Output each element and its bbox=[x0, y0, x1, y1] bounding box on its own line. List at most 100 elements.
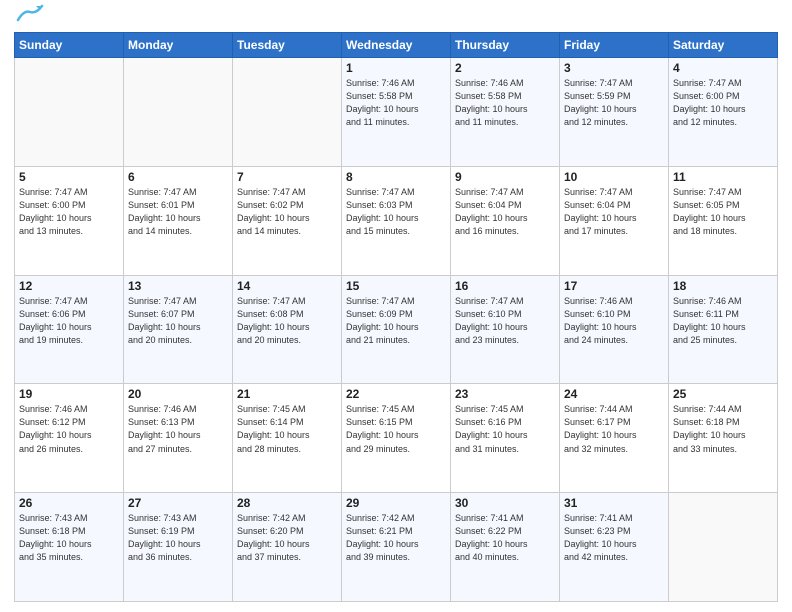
calendar-cell: 7Sunrise: 7:47 AM Sunset: 6:02 PM Daylig… bbox=[233, 166, 342, 275]
day-number: 15 bbox=[346, 279, 446, 293]
day-info: Sunrise: 7:47 AM Sunset: 6:05 PM Dayligh… bbox=[673, 186, 773, 238]
calendar-cell: 8 Sunrise: 7:47 AM Sunset: 6:03 PM Daylig… bbox=[342, 166, 451, 275]
col-header-sunday: Sunday bbox=[15, 33, 124, 58]
calendar-cell: 30Sunrise: 7:41 AM Sunset: 6:22 PM Dayli… bbox=[451, 493, 560, 602]
calendar-cell: 12Sunrise: 7:47 AM Sunset: 6:06 PM Dayli… bbox=[15, 275, 124, 384]
day-info: Sunrise: 7:41 AM Sunset: 6:22 PM Dayligh… bbox=[455, 512, 555, 564]
day-number: 1 bbox=[346, 61, 446, 75]
calendar-cell bbox=[124, 58, 233, 167]
calendar-cell: 27 Sunrise: 7:43 AM Sunset: 6:19 PM Dayli… bbox=[124, 493, 233, 602]
day-info: Sunrise: 7:41 AM Sunset: 6:23 PM Dayligh… bbox=[564, 512, 664, 564]
calendar-cell: 9 Sunrise: 7:47 AM Sunset: 6:04 PM Daylig… bbox=[451, 166, 560, 275]
day-number: 13 bbox=[128, 279, 228, 293]
day-info: Sunrise: 7:47 AM Sunset: 6:04 PM Dayligh… bbox=[455, 186, 555, 238]
col-header-monday: Monday bbox=[124, 33, 233, 58]
day-number: 29 bbox=[346, 496, 446, 510]
day-number: 31 bbox=[564, 496, 664, 510]
logo bbox=[14, 10, 44, 24]
day-number: 19 bbox=[19, 387, 119, 401]
calendar-cell: 29 Sunrise: 7:42 AM Sunset: 6:21 PM Dayli… bbox=[342, 493, 451, 602]
calendar-cell: 26 Sunrise: 7:43 AM Sunset: 6:18 PM Dayli… bbox=[15, 493, 124, 602]
logo-bird-icon bbox=[16, 2, 44, 24]
day-number: 27 bbox=[128, 496, 228, 510]
day-info: Sunrise: 7:46 AM Sunset: 5:58 PM Dayligh… bbox=[346, 77, 446, 129]
day-number: 20 bbox=[128, 387, 228, 401]
day-number: 11 bbox=[673, 170, 773, 184]
col-header-tuesday: Tuesday bbox=[233, 33, 342, 58]
col-header-wednesday: Wednesday bbox=[342, 33, 451, 58]
calendar-cell bbox=[233, 58, 342, 167]
calendar-cell: 5 Sunrise: 7:47 AM Sunset: 6:00 PM Daylig… bbox=[15, 166, 124, 275]
calendar-cell: 16 Sunrise: 7:47 AM Sunset: 6:10 PM Dayli… bbox=[451, 275, 560, 384]
calendar-cell: 24Sunrise: 7:44 AM Sunset: 6:17 PM Dayli… bbox=[560, 384, 669, 493]
day-number: 22 bbox=[346, 387, 446, 401]
day-info: Sunrise: 7:47 AM Sunset: 6:08 PM Dayligh… bbox=[237, 295, 337, 347]
day-info: Sunrise: 7:47 AM Sunset: 6:00 PM Dayligh… bbox=[673, 77, 773, 129]
day-info: Sunrise: 7:42 AM Sunset: 6:20 PM Dayligh… bbox=[237, 512, 337, 564]
header bbox=[14, 10, 778, 24]
calendar-cell: 2 Sunrise: 7:46 AM Sunset: 5:58 PM Daylig… bbox=[451, 58, 560, 167]
calendar-cell: 6 Sunrise: 7:47 AM Sunset: 6:01 PM Daylig… bbox=[124, 166, 233, 275]
day-info: Sunrise: 7:44 AM Sunset: 6:18 PM Dayligh… bbox=[673, 403, 773, 455]
calendar-cell: 10Sunrise: 7:47 AM Sunset: 6:04 PM Dayli… bbox=[560, 166, 669, 275]
calendar-table: SundayMondayTuesdayWednesdayThursdayFrid… bbox=[14, 32, 778, 602]
day-info: Sunrise: 7:47 AM Sunset: 6:00 PM Dayligh… bbox=[19, 186, 119, 238]
day-number: 18 bbox=[673, 279, 773, 293]
day-number: 23 bbox=[455, 387, 555, 401]
week-row-4: 26 Sunrise: 7:43 AM Sunset: 6:18 PM Dayli… bbox=[15, 493, 778, 602]
calendar-cell: 13 Sunrise: 7:47 AM Sunset: 6:07 PM Dayli… bbox=[124, 275, 233, 384]
day-number: 4 bbox=[673, 61, 773, 75]
col-header-friday: Friday bbox=[560, 33, 669, 58]
day-number: 26 bbox=[19, 496, 119, 510]
week-row-0: 1 Sunrise: 7:46 AM Sunset: 5:58 PM Daylig… bbox=[15, 58, 778, 167]
day-info: Sunrise: 7:46 AM Sunset: 6:12 PM Dayligh… bbox=[19, 403, 119, 455]
day-number: 12 bbox=[19, 279, 119, 293]
day-info: Sunrise: 7:47 AM Sunset: 6:03 PM Dayligh… bbox=[346, 186, 446, 238]
calendar-cell: 14 Sunrise: 7:47 AM Sunset: 6:08 PM Dayli… bbox=[233, 275, 342, 384]
calendar-cell: 28Sunrise: 7:42 AM Sunset: 6:20 PM Dayli… bbox=[233, 493, 342, 602]
day-info: Sunrise: 7:42 AM Sunset: 6:21 PM Dayligh… bbox=[346, 512, 446, 564]
day-info: Sunrise: 7:47 AM Sunset: 6:01 PM Dayligh… bbox=[128, 186, 228, 238]
day-number: 5 bbox=[19, 170, 119, 184]
col-header-saturday: Saturday bbox=[669, 33, 778, 58]
week-row-3: 19 Sunrise: 7:46 AM Sunset: 6:12 PM Dayli… bbox=[15, 384, 778, 493]
day-number: 6 bbox=[128, 170, 228, 184]
day-info: Sunrise: 7:47 AM Sunset: 6:07 PM Dayligh… bbox=[128, 295, 228, 347]
day-info: Sunrise: 7:45 AM Sunset: 6:15 PM Dayligh… bbox=[346, 403, 446, 455]
day-number: 17 bbox=[564, 279, 664, 293]
calendar-cell: 22 Sunrise: 7:45 AM Sunset: 6:15 PM Dayli… bbox=[342, 384, 451, 493]
day-info: Sunrise: 7:46 AM Sunset: 6:13 PM Dayligh… bbox=[128, 403, 228, 455]
day-number: 2 bbox=[455, 61, 555, 75]
day-number: 24 bbox=[564, 387, 664, 401]
day-info: Sunrise: 7:46 AM Sunset: 6:11 PM Dayligh… bbox=[673, 295, 773, 347]
day-number: 8 bbox=[346, 170, 446, 184]
day-number: 3 bbox=[564, 61, 664, 75]
day-info: Sunrise: 7:45 AM Sunset: 6:14 PM Dayligh… bbox=[237, 403, 337, 455]
day-number: 21 bbox=[237, 387, 337, 401]
calendar-cell: 11 Sunrise: 7:47 AM Sunset: 6:05 PM Dayli… bbox=[669, 166, 778, 275]
day-info: Sunrise: 7:43 AM Sunset: 6:18 PM Dayligh… bbox=[19, 512, 119, 564]
calendar-cell: 3Sunrise: 7:47 AM Sunset: 5:59 PM Daylig… bbox=[560, 58, 669, 167]
calendar-cell: 20 Sunrise: 7:46 AM Sunset: 6:13 PM Dayli… bbox=[124, 384, 233, 493]
calendar-cell: 25 Sunrise: 7:44 AM Sunset: 6:18 PM Dayli… bbox=[669, 384, 778, 493]
day-number: 9 bbox=[455, 170, 555, 184]
day-number: 25 bbox=[673, 387, 773, 401]
calendar-cell: 18 Sunrise: 7:46 AM Sunset: 6:11 PM Dayli… bbox=[669, 275, 778, 384]
day-number: 10 bbox=[564, 170, 664, 184]
day-info: Sunrise: 7:47 AM Sunset: 6:10 PM Dayligh… bbox=[455, 295, 555, 347]
day-info: Sunrise: 7:46 AM Sunset: 5:58 PM Dayligh… bbox=[455, 77, 555, 129]
calendar-cell: 1 Sunrise: 7:46 AM Sunset: 5:58 PM Daylig… bbox=[342, 58, 451, 167]
calendar-cell bbox=[15, 58, 124, 167]
day-number: 7 bbox=[237, 170, 337, 184]
day-info: Sunrise: 7:43 AM Sunset: 6:19 PM Dayligh… bbox=[128, 512, 228, 564]
day-info: Sunrise: 7:46 AM Sunset: 6:10 PM Dayligh… bbox=[564, 295, 664, 347]
day-number: 14 bbox=[237, 279, 337, 293]
calendar-cell: 19 Sunrise: 7:46 AM Sunset: 6:12 PM Dayli… bbox=[15, 384, 124, 493]
calendar-header-row: SundayMondayTuesdayWednesdayThursdayFrid… bbox=[15, 33, 778, 58]
day-info: Sunrise: 7:45 AM Sunset: 6:16 PM Dayligh… bbox=[455, 403, 555, 455]
calendar-cell: 31 Sunrise: 7:41 AM Sunset: 6:23 PM Dayli… bbox=[560, 493, 669, 602]
col-header-thursday: Thursday bbox=[451, 33, 560, 58]
day-number: 16 bbox=[455, 279, 555, 293]
calendar-cell: 23 Sunrise: 7:45 AM Sunset: 6:16 PM Dayli… bbox=[451, 384, 560, 493]
week-row-1: 5 Sunrise: 7:47 AM Sunset: 6:00 PM Daylig… bbox=[15, 166, 778, 275]
